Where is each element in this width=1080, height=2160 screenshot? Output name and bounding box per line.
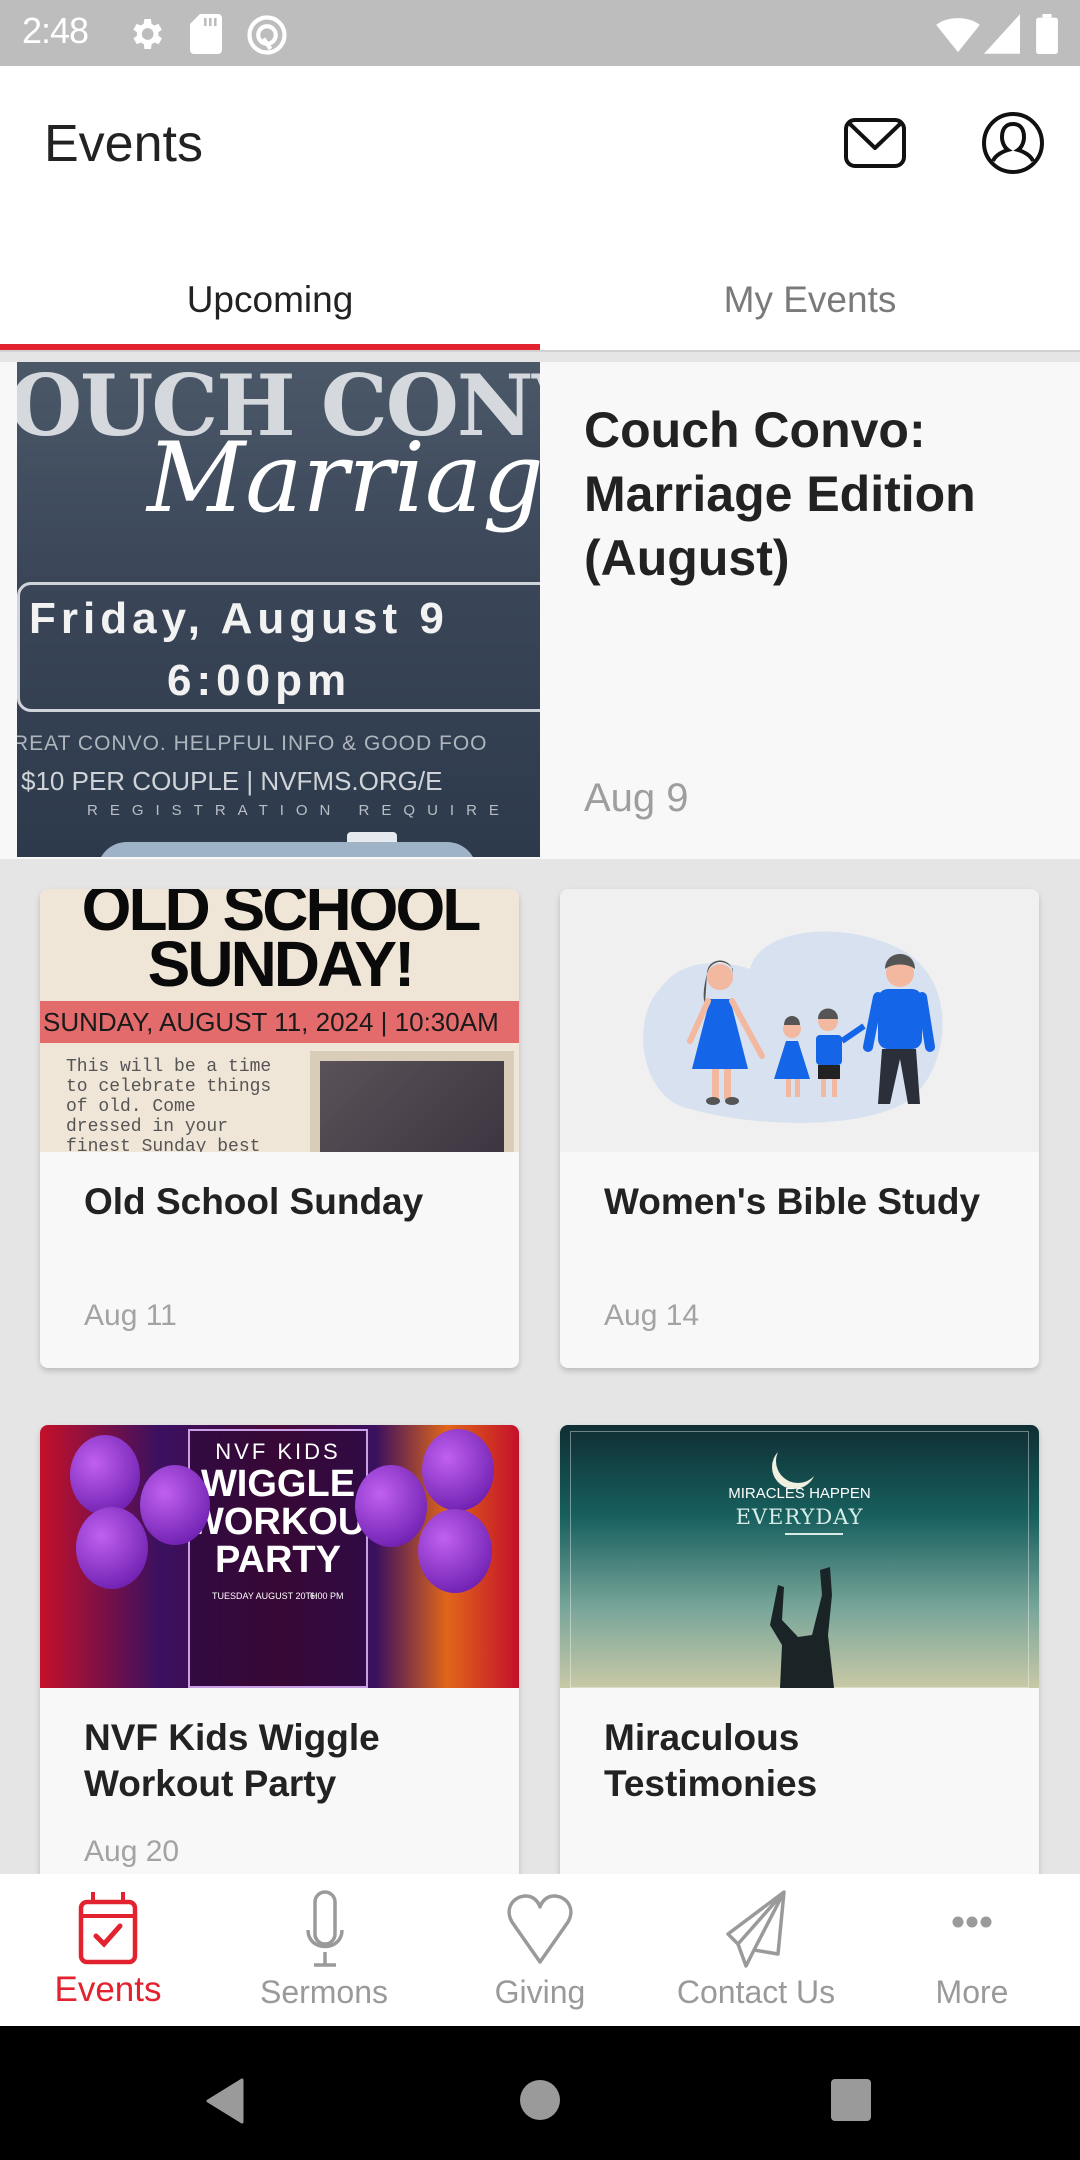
status-time: 2:48: [22, 10, 89, 51]
balloon: [418, 1509, 492, 1593]
event-card[interactable]: OLD SCHOOL SUNDAY! SUNDAY, AUGUST 11, 20…: [40, 889, 519, 1368]
event-poster: OLD SCHOOL SUNDAY! SUNDAY, AUGUST 11, 20…: [40, 889, 519, 1152]
battery-icon: [1036, 14, 1058, 54]
nav-label: Contact Us: [676, 1974, 836, 2010]
poster-body: This will be a time to celebrate things …: [66, 1057, 272, 1152]
profile-button[interactable]: [980, 110, 1046, 176]
events-list[interactable]: OUCH CONV Marriage Ed Friday, August 9 6…: [0, 352, 1080, 1874]
poster-rule: [785, 1533, 843, 1535]
balloon: [422, 1429, 494, 1511]
poster-time: 6:00pm: [167, 656, 352, 705]
nav-contact-us[interactable]: Contact Us: [648, 1874, 864, 2026]
moon-icon: [776, 1439, 820, 1483]
event-poster: NVF KIDS WIGGLE WORKOUT PARTY TUESDAY AU…: [40, 1425, 519, 1688]
poster-time: 6:00 PM: [310, 1591, 344, 1601]
poster-day: Friday, August 9: [29, 594, 449, 643]
featured-event-poster: OUCH CONV Marriage Ed Friday, August 9 6…: [17, 362, 540, 857]
event-tabs: Upcoming My Events: [0, 246, 1080, 350]
balloon: [70, 1435, 140, 1515]
recents-icon[interactable]: [830, 2078, 872, 2122]
sd-card-icon: [190, 14, 222, 54]
poster-day: TUESDAY AUGUST 20TH: [212, 1591, 318, 1601]
user-circle-icon: [982, 112, 1044, 174]
poster-line: NVF KIDS: [215, 1439, 341, 1464]
event-date: Aug 20: [84, 1835, 180, 1868]
poster-photo-frame: [310, 1051, 514, 1152]
poster-script: Marriage Ed: [147, 422, 540, 534]
nav-giving[interactable]: Giving: [432, 1874, 648, 2026]
poster-tagline: REAT CONVO. HELPFUL INFO & GOOD FOO: [17, 732, 488, 755]
heart-icon: [507, 1894, 573, 1964]
mail-icon: [844, 118, 906, 168]
event-title: NVF Kids Wiggle Workout Party: [84, 1717, 380, 1804]
poster-price: $10 PER COUPLE | NVFMS.ORG/E: [21, 766, 443, 796]
featured-event-title: Couch Convo: Marriage Edition (August): [584, 402, 976, 586]
balloon: [140, 1465, 210, 1545]
poster-photo: [320, 1061, 504, 1152]
calendar-check-icon: [78, 1892, 138, 1965]
featured-event-date: Aug 9: [584, 776, 689, 820]
paper-plane-icon: [726, 1890, 786, 1968]
tab-my-events[interactable]: My Events: [540, 246, 1080, 350]
event-title: Miraculous Testimonies: [604, 1717, 818, 1804]
wifi-icon: [936, 18, 980, 53]
family-illustration: [643, 931, 943, 1123]
page-title: Events: [44, 115, 203, 173]
poster-banner: SUNDAY, AUGUST 11, 2024 | 10:30AM: [43, 1007, 499, 1037]
poster-heading: SUNDAY!: [147, 928, 416, 1000]
nav-events[interactable]: Events: [0, 1874, 216, 2026]
tab-upcoming[interactable]: Upcoming: [0, 246, 540, 350]
event-date: Aug 14: [604, 1299, 700, 1332]
nav-label: Sermons: [259, 1974, 389, 2010]
balloon: [76, 1507, 148, 1589]
bottom-navigation: Events Sermons Giving Contact Us More: [0, 1874, 1080, 2026]
poster-line: WIGGLE: [200, 1463, 356, 1505]
featured-event-card[interactable]: OUCH CONV Marriage Ed Friday, August 9 6…: [0, 362, 1080, 859]
more-dots-icon: [952, 1916, 992, 1928]
at-sign-icon: [247, 15, 287, 55]
event-poster: [560, 889, 1039, 1152]
nav-more[interactable]: More: [864, 1874, 1080, 2026]
cell-signal-icon: [984, 14, 1020, 54]
status-bar: 2:48: [0, 0, 1080, 66]
system-navigation-bar: [0, 2026, 1080, 2160]
poster-note: REGISTRATION REQUIRE: [87, 802, 511, 819]
nav-label: Giving: [494, 1974, 586, 2010]
event-title: Old School Sunday: [84, 1181, 424, 1222]
event-title: Women's Bible Study: [604, 1181, 981, 1222]
poster-line: MIRACLES HAPPEN: [728, 1485, 871, 1502]
poster-line: EVERYDAY: [735, 1505, 864, 1529]
event-card[interactable]: Women's Bible Study Aug 14: [560, 889, 1039, 1368]
app-header: Events Upcoming My Events: [0, 66, 1080, 356]
balloon: [355, 1465, 427, 1547]
poster-line: WORKOUT: [188, 1501, 389, 1543]
messages-button[interactable]: [842, 114, 910, 178]
poster-couch: [97, 842, 477, 857]
event-poster: MIRACLES HAPPEN EVERYDAY: [560, 1425, 1039, 1688]
microphone-icon: [306, 1890, 344, 1967]
nav-label: More: [935, 1974, 1009, 2010]
event-card[interactable]: NVF KIDS WIGGLE WORKOUT PARTY TUESDAY AU…: [40, 1425, 519, 1874]
event-card[interactable]: MIRACLES HAPPEN EVERYDAY Miraculous Test…: [560, 1425, 1039, 1874]
raised-hands-silhouette: [770, 1567, 834, 1688]
back-icon[interactable]: [204, 2078, 244, 2124]
settings-gear-icon: [133, 19, 162, 49]
nav-sermons[interactable]: Sermons: [216, 1874, 432, 2026]
poster-line: PARTY: [215, 1539, 341, 1581]
home-icon[interactable]: [518, 2078, 562, 2122]
event-date: Aug 11: [84, 1299, 177, 1332]
nav-label: Events: [54, 1970, 162, 2009]
